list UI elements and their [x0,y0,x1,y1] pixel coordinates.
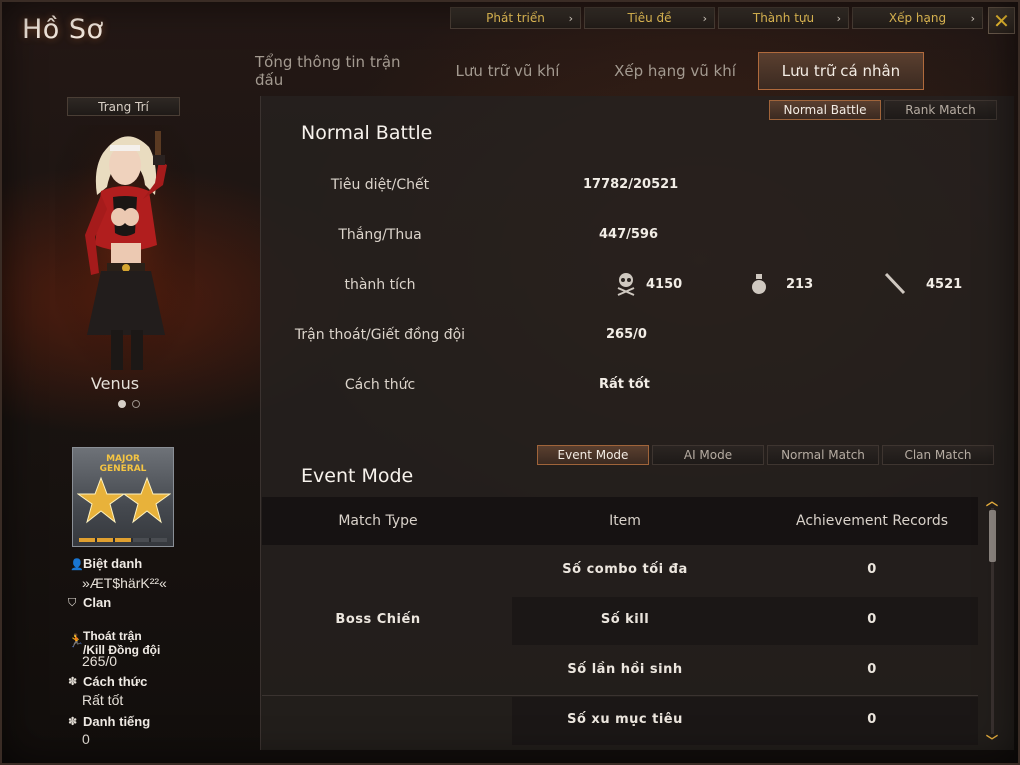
character-name: Venus [90,374,140,393]
manner-stat-label: Cách thức [344,377,416,393]
rank-progress [79,538,167,542]
quit-teamkill-label: Trận thoát/Giết đồng đội [294,327,466,343]
page-title: Hồ Sơ [22,14,104,45]
ranking-button-label: Xếp hạng [888,11,947,25]
chevron-right-icon: › [568,11,573,25]
tab-weapon-archive[interactable]: Lưu trữ vũ khí [445,52,570,90]
kd-value: 17782/20521 [583,177,679,192]
tab-rank-match[interactable]: Rank Match [884,100,997,120]
character-portrait [55,125,195,370]
clover-icon: ✽ [68,675,78,688]
table-row-value: 0 [867,562,877,577]
normal-battle-title: Normal Battle [301,122,433,144]
group-divider [262,695,978,696]
scroll-up-icon[interactable]: ︿ [986,492,998,509]
clan-shield-icon: ⛉ [68,596,77,609]
table-scrollbar[interactable]: ︿ ﹀ [986,494,998,749]
knife-icon [884,272,906,295]
tab-normal-match[interactable]: Normal Match [767,445,879,465]
chevron-right-icon: › [836,11,841,25]
headshot-count: 4150 [646,277,683,292]
scroll-thumb[interactable] [989,510,996,562]
tab-weapon-ranking[interactable]: Xếp hạng vũ khí [605,52,745,90]
quit-teamkill-value: 265/0 [606,327,647,342]
person-icon: 👤 [70,558,84,571]
manner-label: Cách thức [83,674,148,689]
tab-ai-mode[interactable]: AI Mode [652,445,764,465]
rank-stars-icon [77,476,171,524]
table-header: Match Type Item Achievement Records [262,497,978,545]
tab-event-mode[interactable]: Event Mode [537,445,649,465]
group-boss-battle: Boss Chiến [335,612,421,627]
achievement-label: thành tích [344,277,416,293]
chevron-right-icon: › [702,11,707,25]
carousel-dot-1[interactable] [118,400,126,408]
skull-icon [617,273,635,296]
rank-title-line1: MAJOR [106,454,140,464]
table-row-item: Số kill [600,612,650,627]
achievement-button[interactable]: Thành tựu › [718,7,849,29]
win-loss-label: Thắng/Thua [338,227,422,243]
carousel-dot-2[interactable] [132,400,140,408]
fame-label: Danh tiếng [83,714,151,729]
rank-badge: MAJOR GENERAL [72,447,174,547]
event-mode-title: Event Mode [301,465,414,487]
clover-icon: ✽ [68,715,78,728]
scroll-down-icon[interactable]: ﹀ [986,732,998,749]
tab-personal-archive[interactable]: Lưu trữ cá nhân [758,52,924,90]
column-match-type: Match Type [338,513,418,529]
fame-value: 0 [82,731,90,747]
clan-label: Clan [83,595,112,610]
knife-count: 4521 [926,277,963,292]
kd-label: Tiêu diệt/Chết [330,177,430,193]
rank-title: MAJOR GENERAL [73,454,173,474]
tab-match-summary[interactable]: Tổng thông tin trận đấu [255,52,430,90]
table-row-value: 0 [867,662,877,677]
quit-value: 265/0 [82,653,118,669]
quit-label-line1: Thoát trận [83,629,142,643]
table-row-item: Số combo tối đa [562,562,688,577]
rank-title-line2: GENERAL [99,464,147,474]
chevron-right-icon: › [970,11,975,25]
achievement-button-label: Thành tựu [752,11,815,25]
table-row-item: Số lần hồi sinh [567,662,683,677]
nickname-value: »ÆT$härK²²« [82,575,167,591]
carousel-dots [118,400,140,408]
close-icon: ✕ [993,8,1010,33]
close-button[interactable]: ✕ [988,7,1015,34]
column-item: Item [609,513,641,529]
title-button[interactable]: Tiêu đề › [584,7,715,29]
grenade-icon [752,274,766,294]
develop-button-label: Phát triển [486,11,545,25]
column-achievement-records: Achievement Records [795,513,949,529]
table-row-item: Số xu mục tiêu [567,712,683,727]
running-icon: 🏃 [68,634,85,649]
manner-value: Rất tốt [82,692,124,708]
grenade-count: 213 [786,277,814,292]
manner-stat-value: Rất tốt [599,377,650,392]
tab-clan-match[interactable]: Clan Match [882,445,994,465]
title-button-label: Tiêu đề [627,11,672,25]
decor-button[interactable]: Trang Trí [67,97,180,116]
table-row-value: 0 [867,612,877,627]
nickname-label: Biệt danh [83,556,143,571]
tab-normal-battle[interactable]: Normal Battle [769,100,881,120]
stats-panel [260,96,1014,750]
table-row-value: 0 [867,712,877,727]
win-loss-value: 447/596 [599,227,659,242]
develop-button[interactable]: Phát triển › [450,7,581,29]
ranking-button[interactable]: Xếp hạng › [852,7,983,29]
